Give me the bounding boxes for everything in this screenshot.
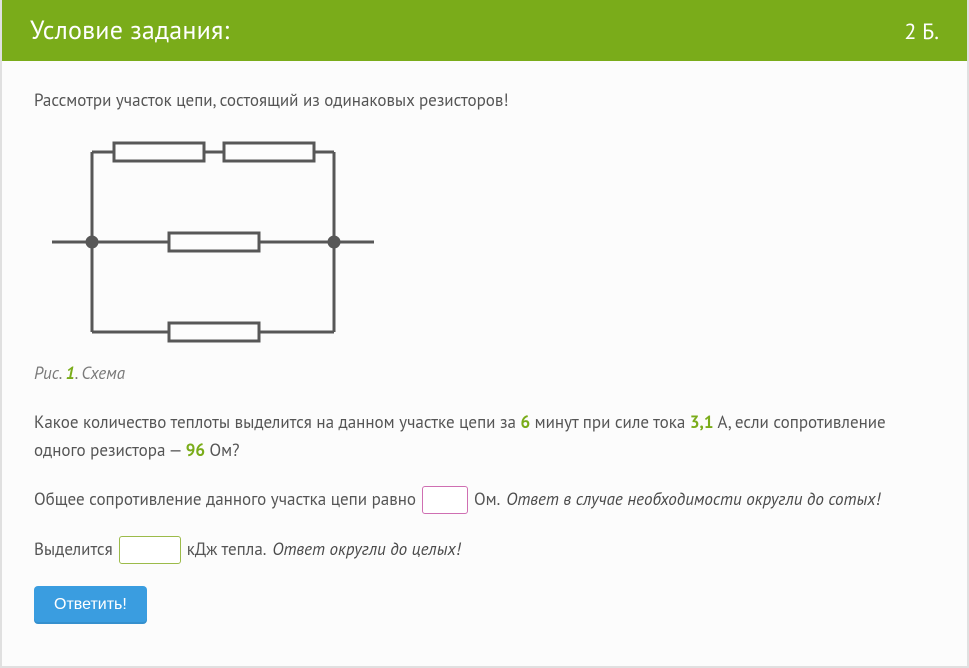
circuit-figure — [34, 132, 935, 352]
task-content: Рассмотри участок цепи, состоящий из оди… — [2, 61, 967, 656]
circuit-svg — [34, 132, 374, 352]
q1-minutes: 6 — [520, 411, 530, 433]
caption-suffix: . Схема — [75, 362, 125, 384]
heat-input[interactable] — [119, 536, 181, 564]
task-header: Условие задания: 2 Б. — [2, 0, 967, 61]
figure-caption: Рис. 1. Схема — [34, 360, 935, 387]
question-text: Какое количество теплоты выделится на да… — [34, 409, 935, 463]
answer-line-resistance: Общее сопротивление данного участка цепи… — [34, 486, 935, 514]
submit-button[interactable]: Ответить! — [34, 586, 147, 624]
q2-hint: Ответ в случае необходимости округли до … — [506, 486, 880, 513]
q2-after: Ом. — [474, 486, 500, 513]
q1-current: 3,1 — [690, 411, 714, 433]
task-card: Условие задания: 2 Б. Рассмотри участок … — [0, 0, 969, 668]
answer-line-heat: Выделится кДж тепла. Ответ округли до це… — [34, 536, 935, 564]
q3-after: кДж тепла. — [187, 536, 267, 563]
resistance-input[interactable] — [422, 486, 468, 514]
intro-text: Рассмотри участок цепи, состоящий из оди… — [34, 87, 935, 114]
header-points: 2 Б. — [904, 18, 939, 46]
caption-number: 1 — [66, 362, 75, 384]
q1-part-a: Какое количество теплоты выделится на да… — [34, 411, 520, 433]
q1-part-b: минут при силе тока — [530, 411, 690, 433]
q2-before: Общее сопротивление данного участка цепи… — [34, 486, 416, 513]
caption-prefix: Рис. — [34, 362, 66, 384]
q1-part-d: Ом? — [205, 439, 240, 461]
header-title: Условие задания: — [30, 14, 229, 47]
q3-before: Выделится — [34, 536, 113, 563]
q1-resistance: 96 — [186, 439, 205, 461]
q3-hint: Ответ округли до целых! — [272, 536, 460, 563]
